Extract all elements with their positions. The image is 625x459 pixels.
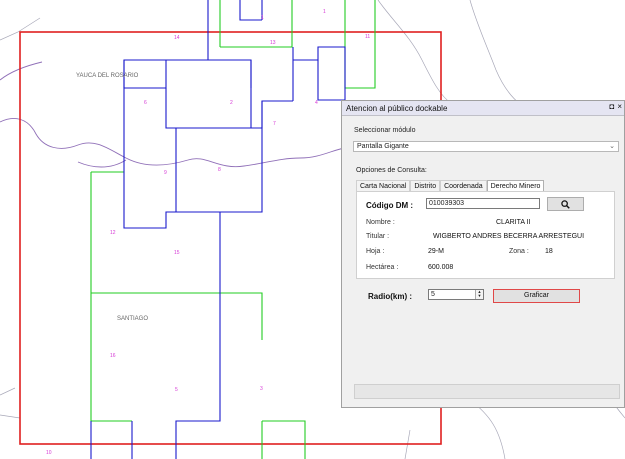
grid-label: 1 bbox=[261, 15, 264, 21]
place-label-santiago: SANTIAGO bbox=[117, 316, 148, 322]
grid-label: 9 bbox=[164, 170, 167, 176]
grid-label: 12 bbox=[110, 230, 116, 236]
grid-label: 10 bbox=[46, 450, 52, 456]
search-button[interactable] bbox=[547, 197, 584, 211]
grid-label: 2 bbox=[230, 100, 233, 106]
hoja-label: Hoja : bbox=[366, 248, 385, 255]
grid-label: 14 bbox=[174, 35, 180, 41]
hoja-value: 29-M bbox=[428, 248, 444, 255]
grid-label: 5 bbox=[175, 387, 178, 393]
titular-value: WIGBERTO ANDRES BECERRA ARRESTEGUI bbox=[433, 233, 585, 240]
blue-blocks bbox=[90, 0, 346, 459]
radio-value: 5 bbox=[431, 291, 435, 298]
grid-label: 1 bbox=[323, 9, 326, 15]
radio-spinner[interactable]: 5 ▲ ▼ bbox=[428, 289, 484, 300]
module-label: Seleccionar módulo bbox=[354, 127, 416, 134]
hectareas-label: Hectárea : bbox=[366, 264, 399, 271]
chevron-down-icon: ⌄ bbox=[609, 143, 615, 150]
codigo-label: Código DM : bbox=[366, 201, 414, 210]
zona-value: 18 bbox=[545, 248, 553, 255]
spin-buttons[interactable]: ▲ ▼ bbox=[475, 290, 483, 299]
nombre-label: Nombre : bbox=[366, 219, 395, 226]
derecho-minero-tab-content: Código DM : 010039303 Nombre : CLARITA I… bbox=[356, 191, 615, 279]
options-label: Opciones de Consulta: bbox=[356, 167, 427, 174]
zona-label: Zona : bbox=[509, 248, 529, 255]
grid-label: 13 bbox=[270, 40, 276, 46]
grid-label: 11 bbox=[365, 34, 370, 40]
panel-title: Atencion al público dockable bbox=[346, 103, 448, 113]
hectareas-value: 600.008 bbox=[428, 264, 454, 271]
grid-label: 6 bbox=[144, 100, 147, 106]
grid-label: 3 bbox=[260, 386, 263, 392]
place-label-yauca: YAUCA DEL ROSARIO bbox=[76, 73, 139, 79]
titular-label: Titular : bbox=[366, 233, 390, 240]
grid-label: 16 bbox=[110, 353, 116, 359]
dock-icon[interactable]: ◘ bbox=[609, 102, 614, 111]
radio-label: Radio(km) : bbox=[368, 292, 412, 301]
dockable-panel: Atencion al público dockable ◘ × Selecci… bbox=[341, 100, 625, 408]
grid-label: 4 bbox=[315, 100, 318, 106]
codigo-input[interactable]: 010039303 bbox=[426, 198, 540, 209]
grid-label: 8 bbox=[218, 167, 221, 173]
close-icon[interactable]: × bbox=[617, 102, 622, 111]
grid-label: 7 bbox=[273, 121, 276, 127]
spin-down-icon[interactable]: ▼ bbox=[476, 294, 483, 298]
nombre-value: CLARITA II bbox=[496, 219, 531, 226]
panel-title-bar[interactable]: Atencion al público dockable ◘ × bbox=[342, 101, 624, 116]
graficar-button[interactable]: Graficar bbox=[493, 289, 580, 303]
module-select[interactable]: Pantalla Gigante ⌄ bbox=[353, 141, 619, 152]
green-blocks bbox=[90, 0, 376, 459]
grid-label: 15 bbox=[174, 250, 180, 256]
status-bar bbox=[354, 384, 620, 399]
search-icon bbox=[561, 199, 570, 209]
module-select-value: Pantalla Gigante bbox=[357, 143, 409, 150]
